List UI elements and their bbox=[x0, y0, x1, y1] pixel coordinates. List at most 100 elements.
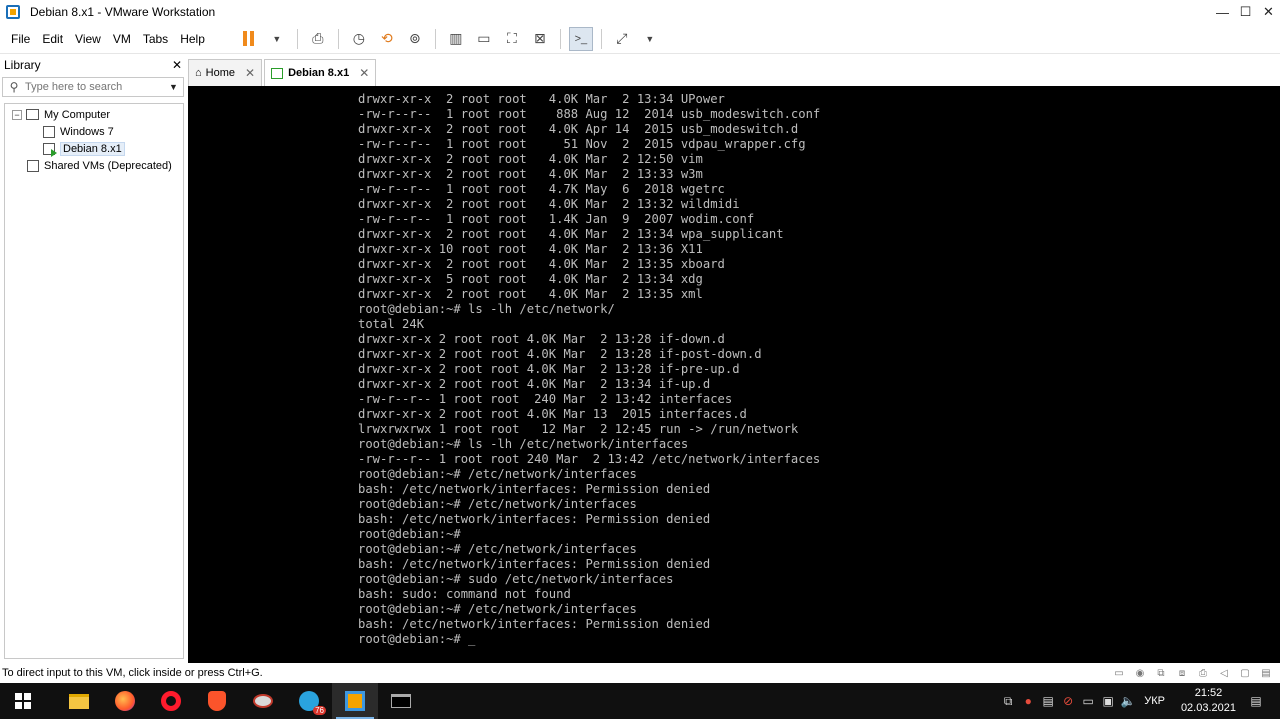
tab-home[interactable]: ⌂ Home ✕ bbox=[188, 59, 263, 86]
opera-icon bbox=[161, 691, 181, 711]
hard-disk-icon[interactable]: ▭ bbox=[1111, 666, 1127, 680]
tree-item-debian[interactable]: Debian 8.x1 bbox=[5, 140, 183, 157]
tray-app-icon[interactable]: ⧉ bbox=[998, 694, 1018, 709]
library-search-input[interactable] bbox=[25, 81, 169, 93]
vmware-taskbar-button[interactable] bbox=[332, 683, 378, 719]
volume-icon[interactable]: 🔈 bbox=[1118, 694, 1138, 708]
terminal-line: drwxr-xr-x 2 root root 4.0K Mar 2 13:28 … bbox=[358, 332, 725, 346]
home-icon: ⌂ bbox=[195, 67, 202, 79]
terminal-line: bash: /etc/network/interfaces: Permissio… bbox=[358, 512, 711, 526]
title-bar: Debian 8.x1 - VMware Workstation — ☐ ✕ bbox=[0, 0, 1280, 24]
terminal-line: root@debian:~# _ bbox=[358, 632, 476, 646]
menu-edit[interactable]: Edit bbox=[36, 32, 69, 46]
sound-card-icon[interactable]: ◁ bbox=[1216, 666, 1232, 680]
tray-vpn-icon[interactable]: ⊘ bbox=[1058, 694, 1078, 708]
library-close-icon[interactable]: ✕ bbox=[172, 58, 182, 72]
tab-close-icon[interactable]: ✕ bbox=[245, 66, 255, 80]
toolbar: ▼ ⎙ ◷ ⟲ ⊚ ▥ ▭ ⛶ ⊠ >_ ⤢ ▼ bbox=[237, 26, 662, 51]
tree-item-windows7[interactable]: Windows 7 bbox=[5, 123, 183, 140]
terminal-line: total 24K bbox=[358, 317, 425, 331]
library-view-icon[interactable]: ▥ bbox=[444, 27, 468, 51]
brave-icon bbox=[208, 691, 226, 711]
message-log-icon[interactable]: ▤ bbox=[1258, 666, 1274, 680]
firefox-button[interactable] bbox=[102, 683, 148, 719]
network-icon[interactable]: ▣ bbox=[1098, 694, 1118, 708]
telegram-button[interactable]: 76 bbox=[286, 683, 332, 719]
terminal-line: drwxr-xr-x 2 root root 4.0K Mar 2 13:28 … bbox=[358, 347, 762, 361]
start-button[interactable] bbox=[0, 683, 46, 719]
terminal-line: drwxr-xr-x 2 root root 4.0K Mar 2 13:34 … bbox=[358, 377, 711, 391]
terminal-line: -rw-r--r-- 1 root root 1.4K Jan 9 2007 w… bbox=[358, 212, 755, 226]
file-explorer-button[interactable] bbox=[56, 683, 102, 719]
tray-battery-icon[interactable]: ▭ bbox=[1078, 694, 1098, 708]
brave-button[interactable] bbox=[194, 683, 240, 719]
terminal-line: drwxr-xr-x 2 root root 4.0K Mar 2 13:34 … bbox=[358, 227, 784, 241]
vm-console[interactable]: drwxr-xr-x 2 root root 4.0K Mar 2 13:34 … bbox=[188, 86, 1280, 663]
window-title: Debian 8.x1 - VMware Workstation bbox=[30, 5, 216, 19]
cd-dvd-icon[interactable]: ◉ bbox=[1132, 666, 1148, 680]
tray-keyboard-icon[interactable]: ▤ bbox=[1038, 694, 1058, 708]
terminal-line: drwxr-xr-x 2 root root 4.0K Apr 14 2015 … bbox=[358, 122, 799, 136]
tree-label: My Computer bbox=[44, 108, 111, 121]
tree-item-my-computer[interactable]: − My Computer bbox=[5, 106, 183, 123]
tree-label: Windows 7 bbox=[60, 125, 114, 138]
revert-snapshot-icon[interactable]: ⟲ bbox=[375, 27, 399, 51]
tab-bar: ⌂ Home ✕ Debian 8.x1 ✕ bbox=[188, 59, 378, 86]
power-dropdown-icon[interactable]: ▼ bbox=[265, 27, 289, 51]
usb-icon[interactable]: ⧈ bbox=[1174, 666, 1190, 680]
clock-date: 02.03.2021 bbox=[1180, 702, 1236, 714]
tree-item-shared-vms[interactable]: Shared VMs (Deprecated) bbox=[5, 157, 183, 174]
pause-vm-button[interactable] bbox=[237, 27, 261, 51]
tab-close-icon[interactable]: ✕ bbox=[359, 66, 369, 80]
terminal-line: drwxr-xr-x 2 root root 4.0K Mar 2 12:50 … bbox=[358, 152, 703, 166]
tray-browser-icon[interactable]: ● bbox=[1018, 694, 1038, 708]
menu-tabs[interactable]: Tabs bbox=[137, 32, 174, 46]
menu-help[interactable]: Help bbox=[174, 32, 211, 46]
display-icon[interactable]: ▢ bbox=[1237, 666, 1253, 680]
collapse-icon[interactable]: − bbox=[12, 109, 22, 120]
terminal-line: root@debian:~# sudo /etc/network/interfa… bbox=[358, 572, 674, 586]
clock[interactable]: 21:52 02.03.2021 bbox=[1181, 686, 1236, 716]
maximize-button[interactable]: ☐ bbox=[1234, 0, 1257, 24]
terminal-line: -rw-r--r-- 1 root root 240 Mar 2 13:42 /… bbox=[358, 452, 821, 466]
console-view-icon[interactable]: >_ bbox=[568, 26, 593, 51]
search-dropdown-icon[interactable]: ▼ bbox=[169, 82, 183, 92]
terminal-line: lrwxrwxrwx 1 root root 12 Mar 2 12:45 ru… bbox=[358, 422, 799, 436]
terminal-line: root@debian:~# /etc/network/interfaces bbox=[358, 602, 637, 616]
menu-vm[interactable]: VM bbox=[107, 32, 137, 46]
search-icon: ⚲ bbox=[9, 80, 19, 94]
menu-view[interactable]: View bbox=[69, 32, 107, 46]
minimize-button[interactable]: — bbox=[1211, 0, 1234, 24]
opera-button[interactable] bbox=[148, 683, 194, 719]
terminal-output: drwxr-xr-x 2 root root 4.0K Mar 2 13:34 … bbox=[358, 92, 820, 647]
terminal-line: drwxr-xr-x 5 root root 4.0K Mar 2 13:34 … bbox=[358, 272, 703, 286]
stretch-guest-icon[interactable]: ⤢ bbox=[610, 27, 634, 51]
terminal-taskbar-button[interactable] bbox=[378, 683, 424, 719]
printer-icon[interactable]: ⎙ bbox=[1195, 666, 1211, 680]
tab-label: Home bbox=[205, 67, 235, 79]
terminal-line: -rw-r--r-- 1 root root 51 Nov 2 2015 vdp… bbox=[358, 137, 806, 151]
tree-label: Debian 8.x1 bbox=[60, 141, 125, 156]
menu-file[interactable]: File bbox=[5, 32, 36, 46]
stretch-dropdown-icon[interactable]: ▼ bbox=[638, 27, 662, 51]
thumbnail-view-icon[interactable]: ▭ bbox=[472, 27, 496, 51]
library-panel: Library ✕ ⚲ ▼ − My Computer Windows 7 De… bbox=[0, 55, 186, 663]
snapshot-icon[interactable]: ◷ bbox=[347, 27, 371, 51]
language-indicator[interactable]: УКР bbox=[1144, 695, 1165, 707]
terminal-line: root@debian:~# /etc/network/interfaces bbox=[358, 542, 637, 556]
terminal-line: bash: sudo: command not found bbox=[358, 587, 571, 601]
network-adapter-icon[interactable]: ⧉ bbox=[1153, 666, 1169, 680]
send-ctrl-alt-del-icon[interactable]: ⎙ bbox=[306, 27, 330, 51]
close-button[interactable]: ✕ bbox=[1257, 0, 1280, 24]
unity-icon[interactable]: ⊠ bbox=[528, 27, 552, 51]
clock-time: 21:52 bbox=[1194, 687, 1223, 699]
terminal-line: drwxr-xr-x 2 root root 4.0K Mar 2 13:35 … bbox=[358, 257, 725, 271]
terminal-line: bash: /etc/network/interfaces: Permissio… bbox=[358, 617, 711, 631]
telegram-badge: 76 bbox=[313, 706, 326, 715]
snapshot-manager-icon[interactable]: ⊚ bbox=[403, 27, 427, 51]
tab-debian[interactable]: Debian 8.x1 ✕ bbox=[264, 59, 377, 86]
notifications-icon[interactable]: ▤ bbox=[1246, 694, 1266, 708]
app-button[interactable] bbox=[240, 683, 286, 719]
terminal-line: drwxr-xr-x 2 root root 4.0K Mar 2 13:34 … bbox=[358, 92, 725, 106]
full-screen-icon[interactable]: ⛶ bbox=[500, 27, 524, 51]
